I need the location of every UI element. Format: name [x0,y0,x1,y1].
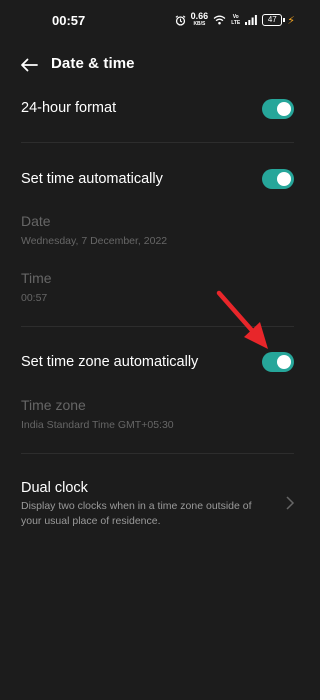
setting-set-time-automatically[interactable]: Set time automatically [0,160,315,200]
back-arrow-icon [21,58,38,72]
setting-set-time-zone-automatically[interactable]: Set time zone automatically [0,343,315,383]
status-time: 00:57 [52,13,86,28]
wifi-icon [213,15,226,25]
alarm-icon [175,14,186,26]
battery-level: 47 [262,14,283,26]
network-speed: 0.66 KB/S [191,12,209,28]
status-icons: 0.66 KB/S Vo LTE 47 ⚡ [175,12,295,28]
charging-bolt-icon: ⚡ [287,14,295,27]
battery-cap [283,18,286,22]
volte-indicator: Vo LTE [231,14,240,26]
setting-time-zone: Time zone India Standard Time GMT+05:30 [0,394,315,440]
network-speed-unit: KB/S [193,21,206,27]
back-button[interactable] [14,50,44,80]
dual-clock-description: Display two clocks when in a time zone o… [21,500,252,527]
app-bar: Date & time [0,44,315,84]
battery-indicator: 47 ⚡ [262,14,295,27]
toggle-knob [277,355,291,369]
setting-label: Date [21,213,51,229]
setting-24-hour-format[interactable]: 24-hour format [0,90,315,130]
signal-icon [245,15,258,25]
volte-bottom-label: LTE [231,20,241,26]
24-hour-format-toggle[interactable] [262,99,294,119]
divider [21,453,294,454]
chevron-right-icon [286,496,295,510]
set-time-zone-automatically-toggle[interactable] [262,352,294,372]
set-time-automatically-toggle[interactable] [262,169,294,189]
setting-label: Dual clock [21,480,88,496]
setting-label: 24-hour format [21,100,117,116]
toggle-knob [277,172,291,186]
setting-label: Time zone [21,397,86,413]
setting-date: Date Wednesday, 7 December, 2022 [0,210,315,256]
divider [21,142,294,143]
setting-label: Set time automatically [21,171,163,187]
divider [21,326,294,327]
setting-time: Time 00:57 [0,267,315,313]
date-value: Wednesday, 7 December, 2022 [21,235,168,247]
network-speed-value: 0.66 [190,11,209,21]
setting-dual-clock[interactable]: Dual clock Display two clocks when in a … [0,476,315,532]
setting-label: Set time zone automatically [21,354,199,370]
time-zone-value: India Standard Time GMT+05:30 [21,419,174,431]
setting-label: Time [21,270,52,286]
toggle-knob [277,102,291,116]
status-bar: 00:57 0.66 KB/S Vo LTE 47 ⚡ [0,0,315,42]
page-title: Date & time [51,55,135,72]
time-value: 00:57 [21,292,48,304]
